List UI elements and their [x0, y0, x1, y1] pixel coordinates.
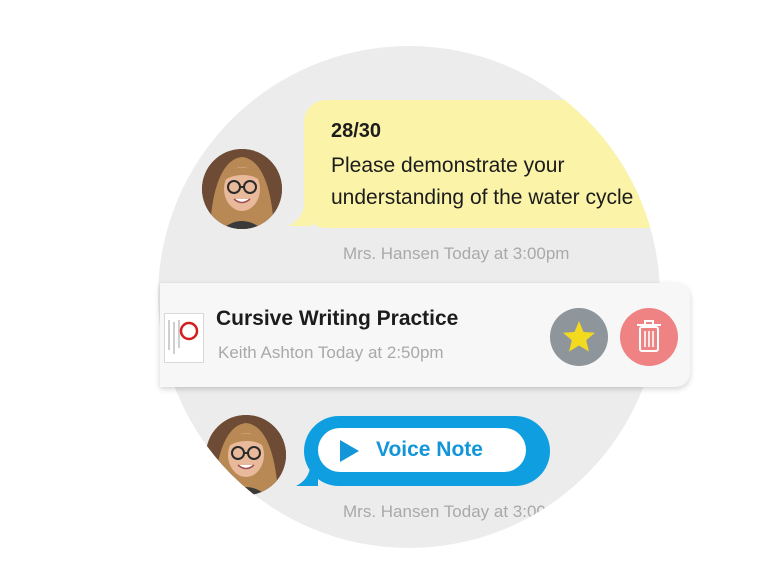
play-icon	[340, 440, 359, 462]
message-grade: 28/30	[331, 120, 382, 142]
avatar-mrs-hansen[interactable]	[202, 149, 282, 229]
chat-preview: 28/30 Please demonstrate your understand…	[0, 0, 776, 576]
voice-note-meta: Mrs. Hansen Today at 3:00pm	[343, 502, 570, 521]
message-text-line: understanding of the water cycle	[331, 186, 634, 209]
message-meta: Mrs. Hansen Today at 3:00pm	[343, 244, 570, 263]
voice-note-bubble[interactable]: Voice Note	[296, 416, 554, 496]
star-icon	[563, 321, 595, 352]
message-bubble-body: 28/30 Please demonstrate your understand…	[304, 100, 660, 228]
message-bubble[interactable]: 28/30 Please demonstrate your understand…	[288, 100, 660, 232]
message-text: Please demonstrate your understanding of…	[331, 150, 660, 214]
message-text-line: Please demonstrate your	[331, 154, 565, 177]
avatar-photo-icon	[202, 149, 282, 229]
assignment-title: Cursive Writing Practice	[216, 307, 459, 330]
assignment-meta: Keith Ashton Today at 2:50pm	[218, 343, 444, 362]
voice-note-outline: Voice Note	[304, 416, 550, 486]
avatar-photo-icon	[206, 415, 286, 495]
assignment-card[interactable]: Cursive Writing Practice Keith Ashton To…	[160, 283, 690, 387]
assignment-thumbnail[interactable]	[164, 313, 204, 363]
voice-note-play-button[interactable]: Voice Note	[318, 428, 526, 472]
star-button[interactable]	[550, 308, 608, 366]
avatar-mrs-hansen[interactable]	[206, 415, 286, 495]
delete-button[interactable]	[620, 308, 678, 366]
trash-icon	[637, 320, 661, 352]
document-thumbnail-icon	[165, 314, 203, 362]
voice-note-label: Voice Note	[376, 438, 483, 461]
